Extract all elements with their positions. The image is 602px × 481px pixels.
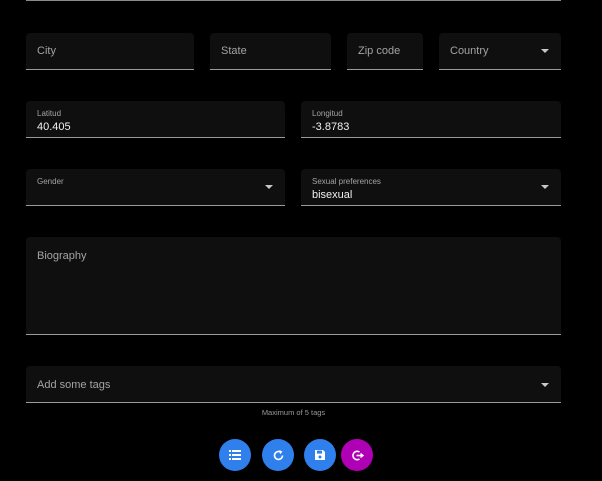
state-field[interactable]: State bbox=[210, 33, 331, 70]
longitude-label: Longitud bbox=[312, 109, 343, 118]
sexual-preferences-label: Sexual preferences bbox=[312, 177, 381, 186]
save-icon bbox=[314, 449, 326, 461]
country-label: Country bbox=[450, 45, 489, 57]
tags-placeholder: Add some tags bbox=[37, 379, 111, 391]
biography-textarea[interactable]: Biography bbox=[26, 237, 561, 335]
tags-hint: Maximum of 5 tags bbox=[261, 408, 326, 417]
biography-label: Biography bbox=[37, 250, 87, 262]
city-label: City bbox=[37, 45, 56, 57]
save-button[interactable] bbox=[304, 439, 336, 471]
divider bbox=[26, 0, 561, 1]
zip-code-field[interactable]: Zip code bbox=[347, 33, 423, 70]
logout-button[interactable] bbox=[341, 439, 373, 471]
zip-code-label: Zip code bbox=[358, 45, 401, 57]
list-icon bbox=[229, 450, 241, 460]
latitude-field[interactable]: Latitud 40.405 bbox=[26, 101, 285, 138]
city-field[interactable]: City bbox=[26, 33, 194, 70]
country-select[interactable]: Country bbox=[439, 33, 561, 70]
sexual-preferences-value: bisexual bbox=[312, 189, 353, 201]
sexual-preferences-select[interactable]: Sexual preferences bisexual bbox=[301, 169, 561, 206]
chevron-down-icon bbox=[541, 383, 549, 387]
gender-select[interactable]: Gender bbox=[26, 169, 285, 206]
tags-select[interactable]: Add some tags bbox=[26, 366, 561, 403]
longitude-value: -3.8783 bbox=[312, 121, 350, 133]
chevron-down-icon bbox=[541, 49, 549, 53]
latitude-value: 40.405 bbox=[37, 121, 71, 133]
gender-label: Gender bbox=[37, 177, 64, 186]
refresh-icon bbox=[272, 449, 285, 462]
state-label: State bbox=[221, 45, 247, 57]
profile-form: City State Zip code Country Latitud 40.4… bbox=[0, 0, 602, 481]
latitude-label: Latitud bbox=[37, 109, 62, 118]
chevron-down-icon bbox=[541, 185, 549, 189]
logout-icon bbox=[351, 449, 364, 462]
list-button[interactable] bbox=[219, 439, 251, 471]
longitude-field[interactable]: Longitud -3.8783 bbox=[301, 101, 561, 138]
refresh-button[interactable] bbox=[262, 439, 294, 471]
chevron-down-icon bbox=[265, 185, 273, 189]
